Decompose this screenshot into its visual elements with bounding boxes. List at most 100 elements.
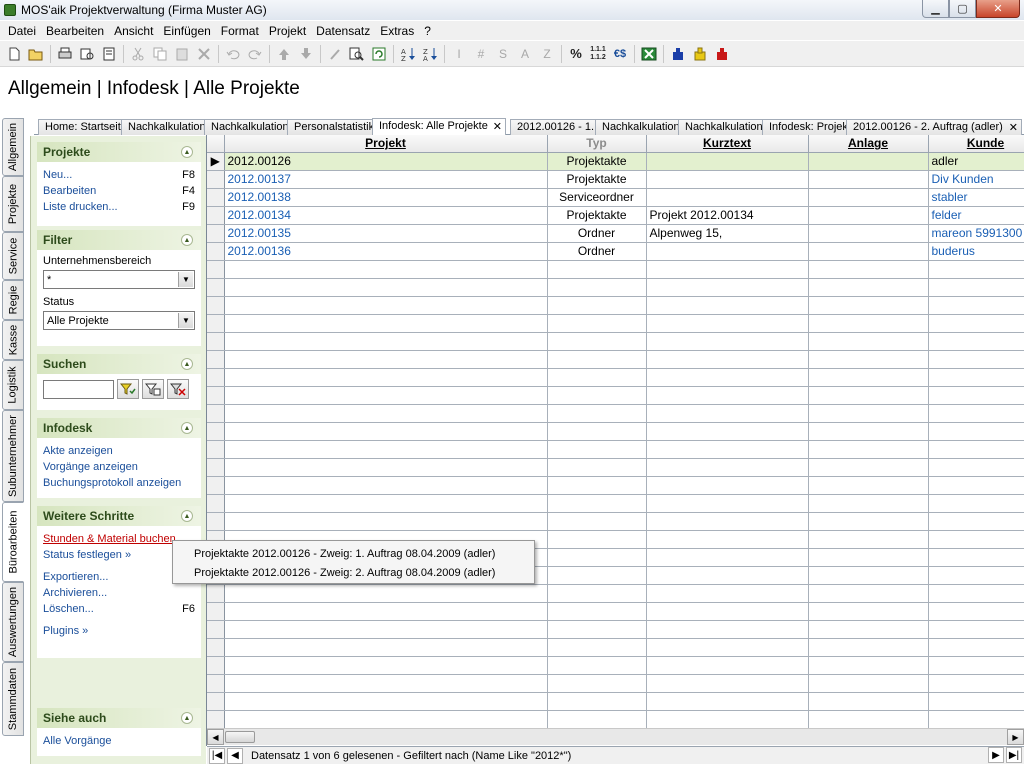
- menu-extras[interactable]: Extras: [376, 24, 418, 38]
- column-header-kunde[interactable]: Kunde: [928, 135, 1024, 153]
- horizontal-scrollbar[interactable]: ◀ ▶: [207, 728, 1024, 745]
- vtab-regie[interactable]: Regie: [2, 280, 24, 320]
- table-row[interactable]: 2012.00137 Projektakte Div Kunden: [207, 170, 1024, 189]
- link-archivieren[interactable]: Archivieren...: [43, 585, 195, 601]
- plugin-yellow-icon[interactable]: [689, 43, 711, 65]
- doctab-auftrag-2[interactable]: 2012.00126 - 2. Auftrag (adler) ✕: [846, 119, 1022, 135]
- currency-icon[interactable]: €$: [609, 43, 631, 65]
- paste-icon[interactable]: [171, 43, 193, 65]
- collapse-icon[interactable]: ▲: [181, 510, 193, 522]
- chevron-down-icon[interactable]: ▼: [178, 313, 193, 328]
- cell-anlage[interactable]: [808, 206, 929, 225]
- page-setup-icon[interactable]: [98, 43, 120, 65]
- sort-ascending-icon[interactable]: AZ: [397, 43, 419, 65]
- menu-einfuegen[interactable]: Einfügen: [159, 24, 214, 38]
- move-down-icon[interactable]: [295, 43, 317, 65]
- format-s-icon[interactable]: S: [492, 43, 514, 65]
- cell-kurztext[interactable]: Projekt 2012.00134: [646, 206, 809, 225]
- cell-kunde[interactable]: felder: [928, 206, 1024, 225]
- search-input[interactable]: [43, 379, 114, 399]
- vtab-auswertungen[interactable]: Auswertungen: [2, 582, 24, 662]
- link-alle-vorgaenge[interactable]: Alle Vorgänge: [43, 733, 195, 749]
- print-preview-icon[interactable]: [76, 43, 98, 65]
- table-row[interactable]: ▶ 2012.00126 Projektakte adler: [207, 152, 1024, 171]
- panel-projekte-header[interactable]: Projekte ▲: [37, 142, 201, 162]
- link-liste-drucken[interactable]: Liste drucken... F9: [43, 199, 195, 215]
- cell-projekt[interactable]: 2012.00126: [224, 152, 548, 171]
- cell-kunde[interactable]: mareon 5991300: [928, 224, 1024, 243]
- doctab-auftrag-1[interactable]: 2012.00126 - 1. Auftrag: [510, 119, 596, 135]
- doctab-nachkalkulation-4[interactable]: Nachkalkulation: [678, 119, 764, 135]
- link-vorgaenge-anzeigen[interactable]: Vorgänge anzeigen: [43, 459, 195, 475]
- copy-icon[interactable]: [149, 43, 171, 65]
- redo-icon[interactable]: [244, 43, 266, 65]
- cell-kunde[interactable]: adler: [928, 152, 1024, 171]
- cell-projekt[interactable]: 2012.00138: [224, 188, 548, 207]
- status-select[interactable]: Alle Projekte ▼: [43, 311, 195, 330]
- cell-typ[interactable]: Ordner: [547, 224, 647, 243]
- search-icon[interactable]: [346, 43, 368, 65]
- format-a-icon[interactable]: A: [514, 43, 536, 65]
- sort-descending-icon[interactable]: ZA: [419, 43, 441, 65]
- panel-filter-header[interactable]: Filter ▲: [37, 230, 201, 250]
- close-tab-icon[interactable]: ✕: [493, 120, 502, 133]
- format-number-icon[interactable]: #: [470, 43, 492, 65]
- cell-typ[interactable]: Projektakte: [547, 152, 647, 171]
- menu-bearbeiten[interactable]: Bearbeiten: [42, 24, 108, 38]
- close-tab-icon[interactable]: ✕: [1009, 121, 1018, 134]
- filter-clear-icon[interactable]: [167, 379, 189, 399]
- next-record-icon[interactable]: ▶: [988, 747, 1004, 763]
- vtab-bueroarbeiten[interactable]: Büroarbeiten: [2, 502, 24, 582]
- refresh-icon[interactable]: [368, 43, 390, 65]
- collapse-icon[interactable]: ▲: [181, 712, 193, 724]
- percent-icon[interactable]: %: [565, 43, 587, 65]
- link-loeschen[interactable]: Löschen... F6: [43, 601, 195, 617]
- delete-icon[interactable]: [193, 43, 215, 65]
- panel-infodesk-header[interactable]: Infodesk ▲: [37, 418, 201, 438]
- panel-siehe-auch-header[interactable]: Siehe auch ▲: [37, 708, 201, 728]
- popup-item-auftrag-1[interactable]: Projektakte 2012.00126 - Zweig: 1. Auftr…: [173, 544, 534, 563]
- doctab-infodesk-projekte[interactable]: Infodesk: Projekte: [762, 119, 848, 135]
- link-akte-anzeigen[interactable]: Akte anzeigen: [43, 443, 195, 459]
- cell-typ[interactable]: Projektakte: [547, 170, 647, 189]
- open-folder-icon[interactable]: [25, 43, 47, 65]
- filter-apply-icon[interactable]: [117, 379, 139, 399]
- row-selector[interactable]: [207, 206, 225, 225]
- minimize-button[interactable]: ▁: [922, 0, 949, 18]
- doctab-infodesk-alle-projekte[interactable]: Infodesk: Alle Projekte ✕: [372, 118, 506, 136]
- popup-item-auftrag-2[interactable]: Projektakte 2012.00126 - Zweig: 2. Auftr…: [173, 563, 534, 582]
- menu-projekt[interactable]: Projekt: [265, 24, 310, 38]
- close-button[interactable]: ✕: [976, 0, 1020, 18]
- cell-anlage[interactable]: [808, 170, 929, 189]
- collapse-icon[interactable]: ▲: [181, 358, 193, 370]
- table-row[interactable]: 2012.00134 Projektakte Projekt 2012.0013…: [207, 206, 1024, 225]
- menu-format[interactable]: Format: [217, 24, 263, 38]
- menu-help[interactable]: ?: [420, 24, 435, 38]
- scroll-right-icon[interactable]: ▶: [1007, 729, 1024, 745]
- edit-pen-icon[interactable]: [324, 43, 346, 65]
- link-plugins[interactable]: Plugins »: [43, 623, 195, 639]
- chevron-down-icon[interactable]: ▼: [178, 272, 193, 287]
- cell-kurztext[interactable]: [646, 152, 809, 171]
- format-italic-icon[interactable]: I: [448, 43, 470, 65]
- link-buchungsprotokoll-anzeigen[interactable]: Buchungsprotokoll anzeigen: [43, 475, 195, 491]
- print-icon[interactable]: [54, 43, 76, 65]
- unternehmensbereich-select[interactable]: * ▼: [43, 270, 195, 289]
- row-selector[interactable]: [207, 242, 225, 261]
- table-row[interactable]: 2012.00136 Ordner buderus: [207, 242, 1024, 261]
- cell-kurztext[interactable]: Alpenweg 15,: [646, 224, 809, 243]
- cell-anlage[interactable]: [808, 224, 929, 243]
- cell-kurztext[interactable]: [646, 170, 809, 189]
- cell-projekt[interactable]: 2012.00134: [224, 206, 548, 225]
- plugin-blue-icon[interactable]: [667, 43, 689, 65]
- plugin-red-icon[interactable]: [711, 43, 733, 65]
- cell-projekt[interactable]: 2012.00136: [224, 242, 548, 261]
- column-header-kurztext[interactable]: Kurztext: [646, 135, 809, 153]
- table-row[interactable]: 2012.00138 Serviceordner stabler: [207, 188, 1024, 207]
- excel-export-icon[interactable]: [638, 43, 660, 65]
- doctab-personalstatistik[interactable]: Personalstatistik: [287, 119, 375, 135]
- menu-ansicht[interactable]: Ansicht: [110, 24, 157, 38]
- cell-kurztext[interactable]: [646, 242, 809, 261]
- panel-weitere-schritte-header[interactable]: Weitere Schritte ▲: [37, 506, 201, 526]
- cell-kunde[interactable]: stabler: [928, 188, 1024, 207]
